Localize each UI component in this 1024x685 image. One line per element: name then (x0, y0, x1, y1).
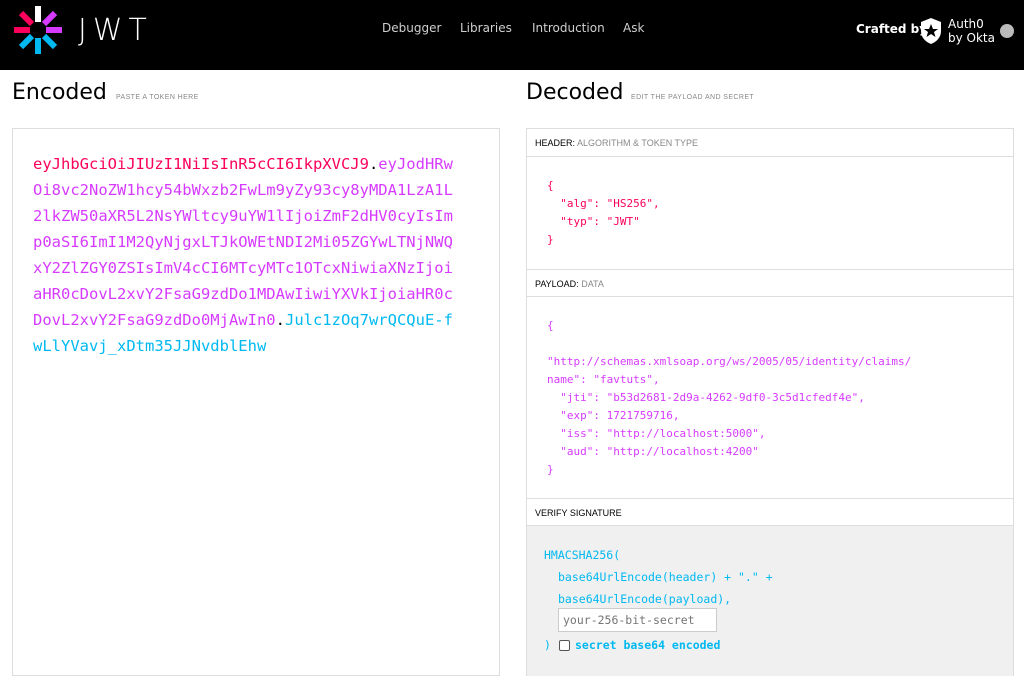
token-text[interactable]: eyJhbGciOiJIUzI1NiIsInR5cCI6IkpXVCJ9.eyJ… (33, 151, 453, 359)
partner-subtitle: by Okta (948, 31, 995, 45)
close-paren: ) (544, 638, 551, 652)
brand-name: JWT (78, 13, 153, 48)
jwt-logo-icon[interactable] (12, 4, 64, 56)
token-payload-part: eyJodHRwOi8vc2NoZW1hcy54bWxzb2FwLm9yZy93… (33, 155, 453, 329)
secret-input[interactable] (558, 608, 717, 632)
auth0-shield-icon[interactable] (919, 17, 943, 45)
decoded-panel: HEADER: ALGORITHM & TOKEN TYPE { "alg": … (526, 128, 1014, 676)
token-dot: . (368, 155, 379, 173)
base64-checkbox-label[interactable]: secret base64 encoded (575, 638, 720, 652)
encoded-token-editor[interactable]: eyJhbGciOiJIUzI1NiIsInR5cCI6IkpXVCJ9.eyJ… (12, 128, 500, 676)
globe-icon[interactable] (1000, 24, 1014, 38)
header-section-bar: HEADER: ALGORITHM & TOKEN TYPE (527, 129, 1013, 157)
verify-label: VERIFY SIGNATURE (535, 508, 622, 518)
auth0-link[interactable]: Auth0 by Okta (948, 17, 995, 45)
header-sublabel: ALGORITHM & TOKEN TYPE (577, 138, 699, 148)
verify-section-bar: VERIFY SIGNATURE (527, 498, 1013, 526)
encoded-subtitle: PASTE A TOKEN HERE (116, 94, 199, 101)
base64-checkbox[interactable] (559, 640, 570, 651)
partner-name: Auth0 (948, 17, 984, 31)
top-navbar: JWT Debugger Libraries Introduction Ask … (0, 0, 1024, 70)
header-json-editor[interactable]: { "alg": "HS256", "typ": "JWT" } (547, 177, 660, 249)
crafted-by-label: Crafted by (856, 22, 928, 36)
verify-fn: HMACSHA256( (544, 548, 621, 562)
payload-json-editor[interactable]: { "http://schemas.xmlsoap.org/ws/2005/05… (547, 317, 911, 479)
nav-link-debugger[interactable]: Debugger (382, 21, 441, 35)
token-dot: . (275, 311, 285, 329)
token-header-part: eyJhbGciOiJIUzI1NiIsInR5cCI6IkpXVCJ9 (33, 155, 369, 173)
verify-line-header: base64UrlEncode(header) + "." + (558, 570, 773, 584)
encoded-title: Encoded (12, 80, 107, 105)
header-label: HEADER: (535, 138, 576, 148)
nav-link-ask[interactable]: Ask (623, 21, 644, 35)
verify-signature-body: HMACSHA256( base64UrlEncode(header) + ".… (527, 526, 1013, 676)
decoded-title: Decoded (526, 80, 624, 105)
payload-section-bar: PAYLOAD: DATA (527, 269, 1013, 297)
payload-label: PAYLOAD: (535, 279, 579, 289)
nav-link-libraries[interactable]: Libraries (460, 21, 512, 35)
payload-sublabel: DATA (581, 279, 604, 289)
nav-link-introduction[interactable]: Introduction (532, 21, 605, 35)
decoded-subtitle: EDIT THE PAYLOAD AND SECRET (631, 94, 755, 101)
verify-line-payload: base64UrlEncode(payload), (558, 592, 732, 606)
